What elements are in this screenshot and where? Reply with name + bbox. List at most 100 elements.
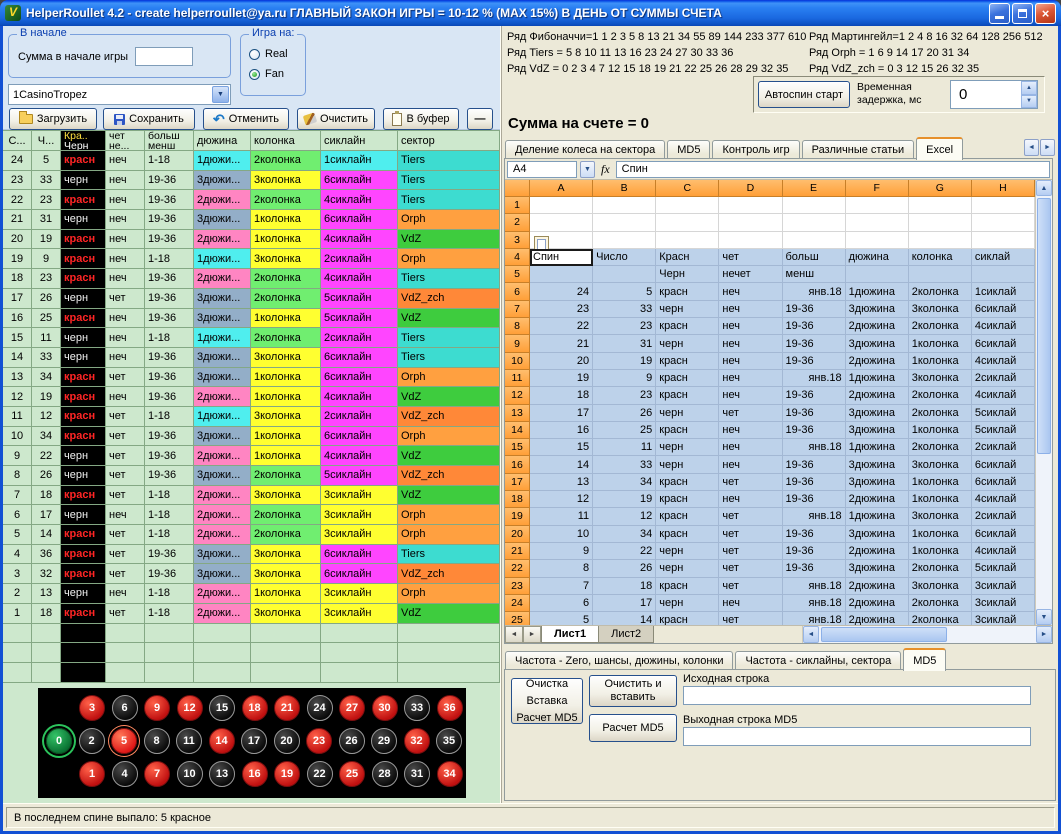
excel-cell-B4[interactable]: Число <box>593 249 656 266</box>
roulette-number-28[interactable]: 28 <box>372 761 398 787</box>
excel-cell-B12[interactable]: 23 <box>593 387 656 404</box>
excel-cell-H25[interactable]: 3сиклай <box>972 612 1035 625</box>
roulette-number-5[interactable]: 5 <box>111 728 137 754</box>
scroll-track[interactable] <box>1036 196 1052 609</box>
excel-row-header-17[interactable]: 17 <box>505 474 530 491</box>
excel-cell-G7[interactable]: 3колонка <box>909 301 972 318</box>
excel-cell-F11[interactable]: 1дюжина <box>846 370 909 387</box>
excel-row-header-14[interactable]: 14 <box>505 422 530 439</box>
excel-cell-G20[interactable]: 1колонка <box>909 526 972 543</box>
excel-cell-C7[interactable]: черн <box>656 301 719 318</box>
excel-cell-C4[interactable]: Красн <box>656 249 719 266</box>
roulette-number-13[interactable]: 13 <box>209 761 235 787</box>
excel-cell-D21[interactable]: чет <box>719 543 782 560</box>
excel-cell-F10[interactable]: 2дюжина <box>846 353 909 370</box>
excel-row-header-6[interactable]: 6 <box>505 283 530 300</box>
excel-cell-B9[interactable]: 31 <box>593 335 656 352</box>
excel-cell-G17[interactable]: 1колонка <box>909 474 972 491</box>
excel-cell-D13[interactable]: чет <box>719 405 782 422</box>
excel-cell-F9[interactable]: 3дюжина <box>846 335 909 352</box>
excel-cell-G12[interactable]: 2колонка <box>909 387 972 404</box>
excel-cell-F16[interactable]: 3дюжина <box>846 456 909 473</box>
excel-cell-A5[interactable] <box>530 266 593 283</box>
excel-cell-A12[interactable]: 18 <box>530 387 593 404</box>
excel-cell-G15[interactable]: 2колонка <box>909 439 972 456</box>
excel-cell-G25[interactable]: 2колонка <box>909 612 972 625</box>
minimize-button[interactable] <box>989 3 1010 24</box>
excel-cell-A15[interactable]: 15 <box>530 439 593 456</box>
roulette-number-6[interactable]: 6 <box>112 695 138 721</box>
excel-cell-E15[interactable]: янв.18 <box>783 439 846 456</box>
excel-cell-H23[interactable]: 3сиклай <box>972 578 1035 595</box>
excel-cell-E6[interactable]: янв.18 <box>783 283 846 300</box>
excel-cell-F5[interactable] <box>846 266 909 283</box>
maximize-button[interactable] <box>1012 3 1033 24</box>
excel-row-header-20[interactable]: 20 <box>505 526 530 543</box>
excel-cell-D12[interactable]: неч <box>719 387 782 404</box>
excel-cell-A8[interactable]: 22 <box>530 318 593 335</box>
excel-cell-G10[interactable]: 1колонка <box>909 353 972 370</box>
excel-row-header-18[interactable]: 18 <box>505 491 530 508</box>
toolbar-button-4[interactable]: Очистить <box>297 108 375 130</box>
roulette-number-22[interactable]: 22 <box>307 761 333 787</box>
excel-cell-G8[interactable]: 2колонка <box>909 318 972 335</box>
autospin-start-button[interactable]: Автоспин старт <box>758 81 850 108</box>
excel-cell-H9[interactable]: 6сиклай <box>972 335 1035 352</box>
scroll-left-icon[interactable]: ◄ <box>803 626 819 643</box>
roulette-number-24[interactable]: 24 <box>307 695 333 721</box>
roulette-number-11[interactable]: 11 <box>176 728 202 754</box>
roulette-number-10[interactable]: 10 <box>177 761 203 787</box>
excel-cell-D25[interactable]: чет <box>719 612 782 625</box>
excel-cell-F2[interactable] <box>846 214 909 231</box>
excel-cell-E19[interactable]: янв.18 <box>783 508 846 525</box>
roulette-number-26[interactable]: 26 <box>339 728 365 754</box>
excel-row-header-10[interactable]: 10 <box>505 353 530 370</box>
excel-row-header-24[interactable]: 24 <box>505 595 530 612</box>
excel-cell-B21[interactable]: 22 <box>593 543 656 560</box>
excel-cell-B1[interactable] <box>593 197 656 214</box>
roulette-number-27[interactable]: 27 <box>339 695 365 721</box>
excel-cell-D18[interactable]: неч <box>719 491 782 508</box>
roulette-number-7[interactable]: 7 <box>144 761 170 787</box>
excel-cell-D10[interactable]: неч <box>719 353 782 370</box>
excel-cell-C11[interactable]: красн <box>656 370 719 387</box>
excel-cell-H21[interactable]: 4сиклай <box>972 543 1035 560</box>
excel-cell-E2[interactable] <box>783 214 846 231</box>
excel-row-header-3[interactable]: 3 <box>505 232 530 249</box>
tab-main-3[interactable]: Контроль игр <box>712 140 799 159</box>
tab-scroll-right-icon[interactable]: ► <box>1040 139 1055 156</box>
sheet-nav-right-icon[interactable]: ► <box>523 626 541 643</box>
excel-cell-C23[interactable]: красн <box>656 578 719 595</box>
excel-cell-H18[interactable]: 4сиклай <box>972 491 1035 508</box>
excel-cell-B8[interactable]: 23 <box>593 318 656 335</box>
start-sum-input[interactable] <box>135 47 193 66</box>
excel-cell-H19[interactable]: 2сиклай <box>972 508 1035 525</box>
clear-paste-calc-button[interactable]: ОчисткаВставкаРасчет MD5 <box>511 678 583 724</box>
sheet-tab-Лист1[interactable]: Лист1 <box>541 626 599 643</box>
excel-cell-B18[interactable]: 19 <box>593 491 656 508</box>
roulette-number-35[interactable]: 35 <box>436 728 462 754</box>
spinner-up-icon[interactable]: ▲ <box>1021 81 1037 95</box>
excel-cell-B17[interactable]: 34 <box>593 474 656 491</box>
excel-cell-C20[interactable]: красн <box>656 526 719 543</box>
excel-cell-H4[interactable]: сиклай <box>972 249 1035 266</box>
excel-row-header-23[interactable]: 23 <box>505 578 530 595</box>
excel-row-header-22[interactable]: 22 <box>505 560 530 577</box>
excel-cell-B25[interactable]: 14 <box>593 612 656 625</box>
excel-cell-D7[interactable]: неч <box>719 301 782 318</box>
excel-row-header-25[interactable]: 25 <box>505 612 530 625</box>
roulette-number-15[interactable]: 15 <box>209 695 235 721</box>
excel-cell-A19[interactable]: 11 <box>530 508 593 525</box>
excel-cell-D5[interactable]: нечет <box>719 266 782 283</box>
excel-cell-A24[interactable]: 6 <box>530 595 593 612</box>
excel-cell-C16[interactable]: черн <box>656 456 719 473</box>
excel-cell-H3[interactable] <box>972 232 1035 249</box>
excel-cell-E12[interactable]: 19-36 <box>783 387 846 404</box>
excel-cell-E4[interactable]: больш <box>783 249 846 266</box>
excel-cell-F25[interactable]: 2дюжина <box>846 612 909 625</box>
excel-cell-G11[interactable]: 3колонка <box>909 370 972 387</box>
excel-cell-G9[interactable]: 1колонка <box>909 335 972 352</box>
excel-cell-C2[interactable] <box>656 214 719 231</box>
excel-cell-G3[interactable] <box>909 232 972 249</box>
sheet-tab-Лист2[interactable]: Лист2 <box>598 626 654 643</box>
